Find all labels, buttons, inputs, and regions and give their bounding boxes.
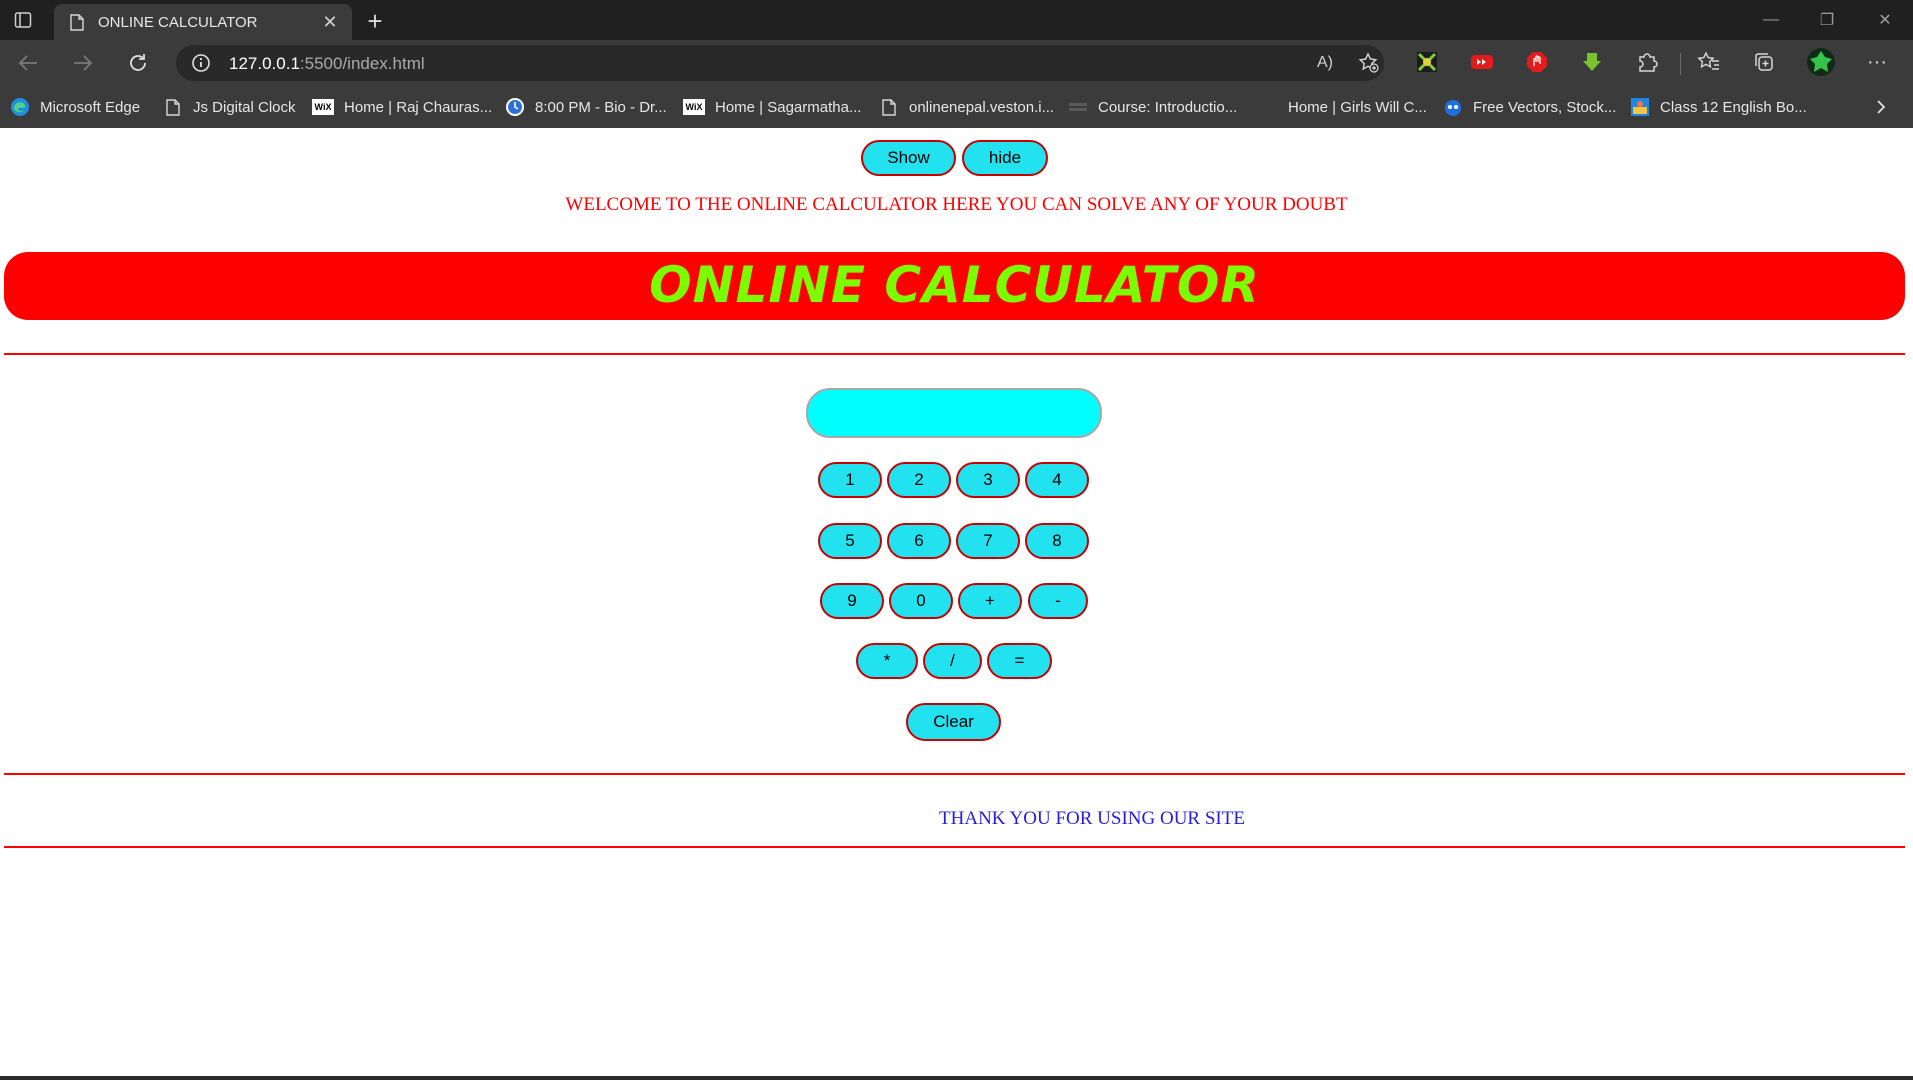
url-text: 127.0.0.1:5500/index.html [229,54,425,74]
site-info-icon[interactable] [190,52,212,74]
page-icon [163,97,183,117]
add-favorite-icon[interactable] [1356,51,1382,75]
page-content: Show hide WELCOME TO THE ONLINE CALCULAT… [0,128,1913,1080]
bookmark-item[interactable]: onlinenepal.veston.i... [879,94,1054,120]
extensions-puzzle-icon[interactable] [1632,47,1662,77]
divider-middle [4,773,1905,775]
bookmark-label: Home | Girls Will C... [1288,98,1427,116]
bookmarks-bar: Microsoft Edge Js Digital Clock WiX Home… [0,86,1913,128]
wix-icon: WiX [312,99,334,115]
key-2-button[interactable]: 2 [887,462,951,498]
wix-icon: WiX [683,99,705,115]
bookmark-item[interactable]: Course: Introductio... [1068,94,1237,120]
multiply-button[interactable]: * [856,643,918,679]
edge-icon [10,97,30,117]
tab-actions-icon[interactable] [10,8,36,32]
new-tab-button[interactable]: + [360,6,390,36]
bookmarks-overflow-icon[interactable] [1874,94,1888,120]
bookmark-label: onlinenepal.veston.i... [909,98,1055,116]
page-icon [68,13,86,31]
bookmark-label: Free Vectors, Stock... [1473,98,1617,116]
refresh-icon[interactable] [120,46,156,80]
wix-icon-text: WiX [685,102,703,112]
url-host: 127.0.0.1 [229,54,300,73]
hide-button[interactable]: hide [962,140,1048,176]
browser-chrome: ONLINE CALCULATOR ✕ + — ❐ ✕ 127.0.0.1:55… [0,0,1913,128]
minimize-button[interactable]: — [1743,0,1799,40]
book-icon [1630,97,1650,117]
clock-icon [505,97,525,117]
plus-button[interactable]: + [958,583,1022,619]
extension-adblock-icon[interactable] [1522,47,1552,77]
restore-button[interactable]: ❐ [1799,0,1855,40]
equals-button[interactable]: = [987,643,1052,679]
key-4-button[interactable]: 4 [1025,462,1089,498]
key-0-button[interactable]: 0 [889,583,953,619]
divider-bottom [4,846,1905,848]
key-5-button[interactable]: 5 [818,523,882,559]
taskbar-edge [0,1076,1913,1080]
key-6-button[interactable]: 6 [887,523,951,559]
close-tab-icon[interactable]: ✕ [316,8,344,36]
bookmark-label: Class 12 English Bo... [1660,98,1807,116]
tab-title: ONLINE CALCULATOR [98,13,258,31]
bookmark-item[interactable]: WiX Home | Raj Chauras... [312,94,492,120]
key-3-button[interactable]: 3 [956,462,1020,498]
clear-button[interactable]: Clear [906,703,1001,741]
page-icon [879,97,899,117]
bookmark-item[interactable]: 8:00 PM - Bio - Dr... [505,94,667,120]
back-icon[interactable] [10,46,46,80]
thanks-text: THANK YOU FOR USING OUR SITE [939,808,1245,829]
more-menu-icon[interactable]: ··· [1862,47,1892,77]
calculator-display[interactable] [806,388,1102,438]
minus-button[interactable]: - [1028,583,1088,619]
bookmark-item[interactable]: Microsoft Edge [10,94,140,120]
close-window-button[interactable]: ✕ [1857,0,1913,40]
bookmark-label: Home | Sagarmatha... [715,98,862,116]
freepik-icon [1443,97,1463,117]
bookmark-label: Microsoft Edge [40,98,141,116]
toolbar-separator [1680,53,1681,75]
bookmark-item[interactable]: WiX Home | Sagarmatha... [683,94,861,120]
wix-icon-text: WiX [314,102,332,112]
tab-strip: ONLINE CALCULATOR ✕ + — ❐ ✕ [0,0,1913,40]
profile-avatar-icon[interactable] [1806,47,1836,77]
extension-youtube-icon[interactable] [1467,47,1497,77]
key-1-button[interactable]: 1 [818,462,882,498]
bookmark-item[interactable]: Class 12 English Bo... [1630,94,1807,120]
toolbar: 127.0.0.1:5500/index.html A) ··· [0,40,1913,86]
bookmark-item[interactable]: Home | Girls Will C... [1288,94,1427,120]
extension-download-icon[interactable] [1577,47,1607,77]
key-7-button[interactable]: 7 [956,523,1020,559]
divider-top [4,353,1905,355]
bookmark-label: Home | Raj Chauras... [344,98,493,116]
collections-icon[interactable] [1749,47,1779,77]
read-aloud-icon[interactable]: A) [1312,51,1338,75]
address-bar[interactable]: 127.0.0.1:5500/index.html A) [176,45,1384,81]
bookmark-label: 8:00 PM - Bio - Dr... [535,98,667,116]
divide-button[interactable]: / [923,643,982,679]
bookmark-label: Course: Introductio... [1098,98,1238,116]
url-path: :5500/index.html [299,54,425,73]
extension-wolf-icon[interactable] [1412,47,1442,77]
bookmark-label: Js Digital Clock [193,98,296,116]
bookmark-item[interactable]: Js Digital Clock [163,94,296,120]
bookmark-item[interactable]: Free Vectors, Stock... [1443,94,1616,120]
course-icon [1068,97,1088,117]
key-9-button[interactable]: 9 [820,583,884,619]
title-banner: ONLINE CALCULATOR [4,252,1905,320]
forward-icon[interactable] [65,46,101,80]
key-8-button[interactable]: 8 [1025,523,1089,559]
welcome-text: WELCOME TO THE ONLINE CALCULATOR HERE YO… [565,194,1348,215]
show-button[interactable]: Show [861,140,956,176]
browser-tab[interactable]: ONLINE CALCULATOR ✕ [54,4,352,40]
banner-title: ONLINE CALCULATOR [649,256,1260,314]
favorites-icon[interactable] [1694,47,1724,77]
